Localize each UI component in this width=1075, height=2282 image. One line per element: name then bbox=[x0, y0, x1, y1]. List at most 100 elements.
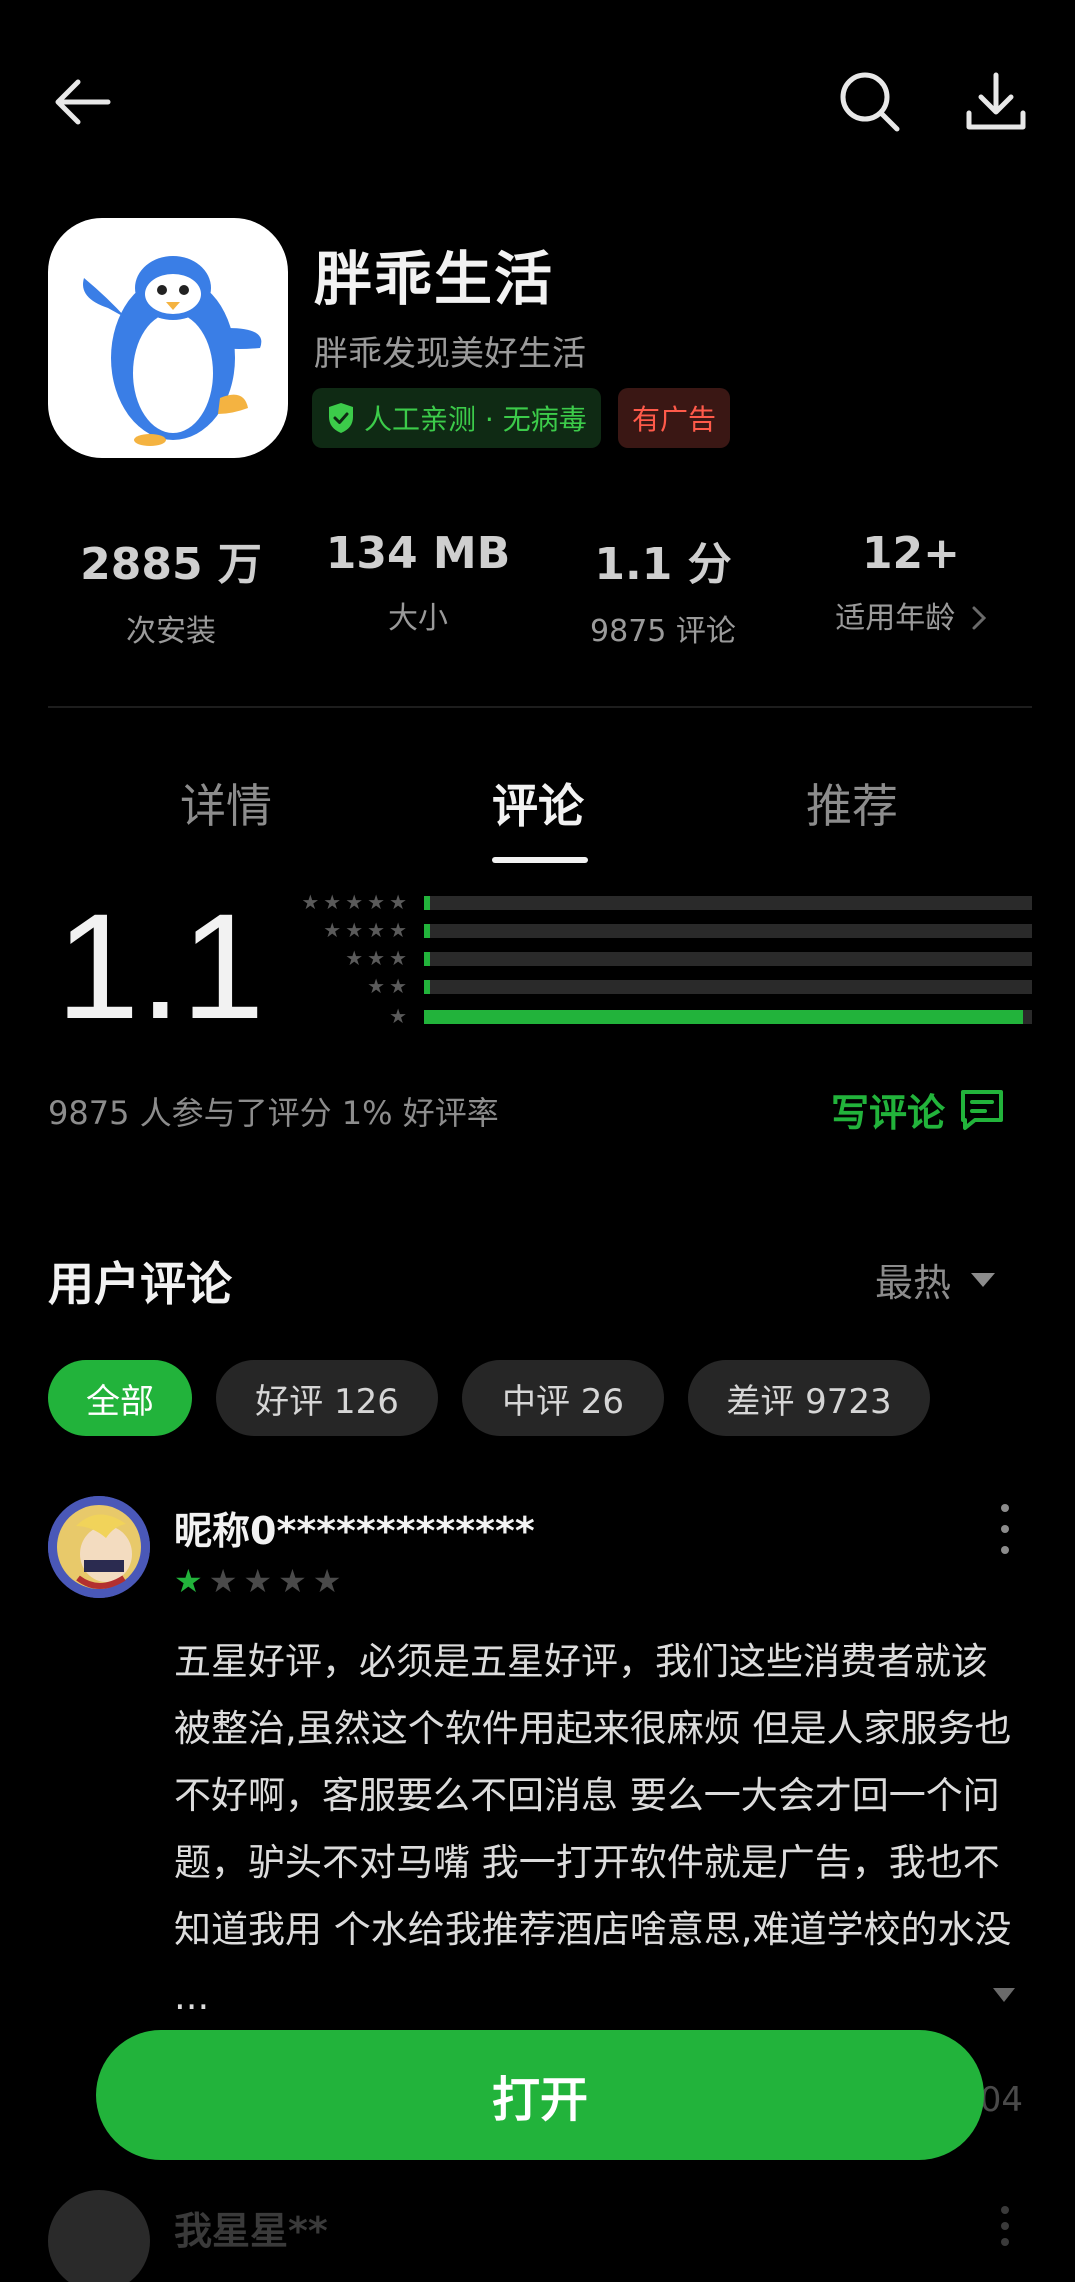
rating-bar-track bbox=[424, 952, 1032, 966]
comment-icon bbox=[961, 1089, 1003, 1130]
dot bbox=[1001, 2238, 1009, 2246]
rating-bar-fill bbox=[424, 1010, 1023, 1024]
star-empty-icon: ★ bbox=[243, 1562, 273, 1600]
triangle-down-icon bbox=[993, 1988, 1015, 2002]
chevron-right-icon bbox=[972, 606, 986, 630]
app-name: 胖乖生活 bbox=[314, 245, 555, 313]
rating-score: 1.1 bbox=[56, 882, 265, 1050]
rating-row-3-stars: ★ ★ ★ bbox=[345, 946, 407, 970]
star-icon: ★ bbox=[301, 890, 320, 914]
star-icon: ★ bbox=[345, 946, 364, 970]
review-stars: ★ ★ ★ ★ ★ bbox=[174, 1562, 341, 1600]
star-icon: ★ bbox=[389, 974, 407, 998]
tab-details[interactable]: 详情 bbox=[180, 770, 272, 836]
star-icon: ★ bbox=[389, 890, 407, 914]
open-app-button[interactable]: 打开 bbox=[96, 2030, 984, 2160]
star-empty-icon: ★ bbox=[278, 1562, 307, 1600]
write-review-button[interactable]: 写评论 bbox=[831, 1082, 1005, 1137]
rating-bar-fill bbox=[424, 952, 431, 966]
stat-label: 大小 bbox=[388, 601, 448, 636]
star-icon: ★ bbox=[345, 918, 364, 942]
triangle-down-icon bbox=[971, 1272, 995, 1287]
rating-bar-track bbox=[424, 924, 1032, 938]
sort-dropdown[interactable]: 最热 bbox=[875, 1252, 997, 1307]
avatar-image-icon bbox=[48, 1496, 150, 1598]
sort-label: 最热 bbox=[874, 1261, 951, 1305]
star-icon: ★ bbox=[367, 946, 386, 970]
star-icon: ★ bbox=[389, 946, 407, 970]
reviewer-name: 我星星** bbox=[174, 2209, 328, 2253]
header-divider bbox=[48, 706, 1032, 708]
rating-summary: 9875 人参与了评分 1% 好评率 bbox=[48, 1094, 499, 1132]
filter-chip-positive[interactable]: 好评 126 bbox=[216, 1360, 438, 1436]
search-button[interactable] bbox=[828, 60, 912, 144]
shield-check-icon bbox=[329, 403, 353, 433]
filter-chip-negative[interactable]: 差评 9723 bbox=[688, 1360, 930, 1436]
dot bbox=[1001, 1504, 1009, 1512]
download-button[interactable] bbox=[954, 60, 1038, 144]
star-empty-icon: ★ bbox=[312, 1562, 342, 1600]
star-empty-icon: ★ bbox=[208, 1562, 238, 1600]
app-subtitle: 胖乖发现美好生活 bbox=[314, 334, 586, 374]
active-tab-indicator bbox=[492, 857, 588, 863]
safety-tag-label: 人工亲测 · 无病毒 bbox=[364, 403, 587, 436]
penguin-logo-icon bbox=[83, 256, 262, 446]
star-icon: ★ bbox=[323, 890, 342, 914]
dot bbox=[1001, 1525, 1009, 1533]
rating-bar-track bbox=[424, 980, 1032, 994]
review-more-button[interactable] bbox=[995, 2206, 1015, 2246]
rating-row-4-stars: ★ ★ ★ ★ bbox=[323, 918, 407, 942]
rating-bar-fill bbox=[424, 896, 431, 910]
rating-row-5-stars: ★ ★ ★ ★ ★ bbox=[301, 890, 407, 914]
search-icon bbox=[840, 72, 900, 132]
ad-tag-label: 有广告 bbox=[632, 403, 717, 436]
stat-size: 134 MB 大小 bbox=[303, 528, 533, 637]
dot bbox=[1001, 1546, 1009, 1554]
rating-bar-fill bbox=[424, 924, 431, 938]
download-icon bbox=[966, 72, 1026, 130]
stat-installs: 2885 万 次安装 bbox=[56, 528, 286, 650]
back-button[interactable] bbox=[40, 60, 124, 144]
stat-value: 2885 万 bbox=[80, 539, 262, 590]
stat-label: 次安装 bbox=[126, 614, 216, 649]
reviewer-name: 昵称0************* bbox=[174, 1509, 535, 1553]
review-text: 五星好评，必须是五星好评，我们这些消费者就该被整治,虽然这个软件用起来很麻烦 但… bbox=[174, 1640, 1012, 2018]
tab-reviews[interactable]: 评论 bbox=[492, 770, 584, 836]
stat-value: 134 MB bbox=[325, 528, 511, 579]
ad-tag: 有广告 bbox=[618, 388, 731, 448]
write-review-label: 写评论 bbox=[830, 1091, 945, 1135]
app-icon bbox=[48, 218, 288, 458]
expand-review-button[interactable] bbox=[991, 1986, 1017, 2008]
star-icon: ★ bbox=[345, 890, 364, 914]
avatar[interactable] bbox=[48, 2190, 150, 2282]
rating-row-1-stars: ★ bbox=[389, 1004, 407, 1028]
stat-label: 适用年龄 bbox=[796, 593, 1026, 637]
star-filled-icon: ★ bbox=[174, 1562, 203, 1600]
star-icon: ★ bbox=[367, 974, 386, 998]
stat-label-text: 适用年龄 bbox=[835, 601, 956, 636]
stat-value: 12+ bbox=[861, 528, 961, 579]
rating-bar-fill bbox=[424, 980, 431, 994]
safety-tag: 人工亲测 · 无病毒 bbox=[312, 388, 601, 448]
review-date: 04 bbox=[979, 2080, 1023, 2120]
dot bbox=[1001, 2222, 1009, 2230]
rating-bar-track bbox=[424, 1010, 1032, 1024]
star-icon: ★ bbox=[323, 918, 342, 942]
stat-value: 1.1 分 bbox=[594, 539, 732, 590]
stat-rating: 1.1 分 9875 评论 bbox=[548, 528, 778, 650]
star-icon: ★ bbox=[389, 1004, 407, 1028]
filter-chip-all[interactable]: 全部 bbox=[48, 1360, 192, 1436]
rating-bar-track bbox=[424, 896, 1032, 910]
arrow-left-icon bbox=[55, 79, 111, 125]
star-icon: ★ bbox=[367, 918, 386, 942]
user-reviews-title: 用户评论 bbox=[48, 1257, 232, 1311]
review-more-button[interactable] bbox=[995, 1504, 1015, 1554]
stat-age-rating[interactable]: 12+ 适用年龄 bbox=[796, 528, 1026, 637]
star-icon: ★ bbox=[389, 918, 407, 942]
dot bbox=[1001, 2206, 1009, 2214]
avatar[interactable] bbox=[48, 1496, 150, 1598]
rating-row-2-stars: ★ ★ bbox=[367, 974, 407, 998]
stat-label: 9875 评论 bbox=[590, 614, 736, 649]
filter-chip-neutral[interactable]: 中评 26 bbox=[462, 1360, 664, 1436]
tab-recommend[interactable]: 推荐 bbox=[806, 770, 898, 836]
